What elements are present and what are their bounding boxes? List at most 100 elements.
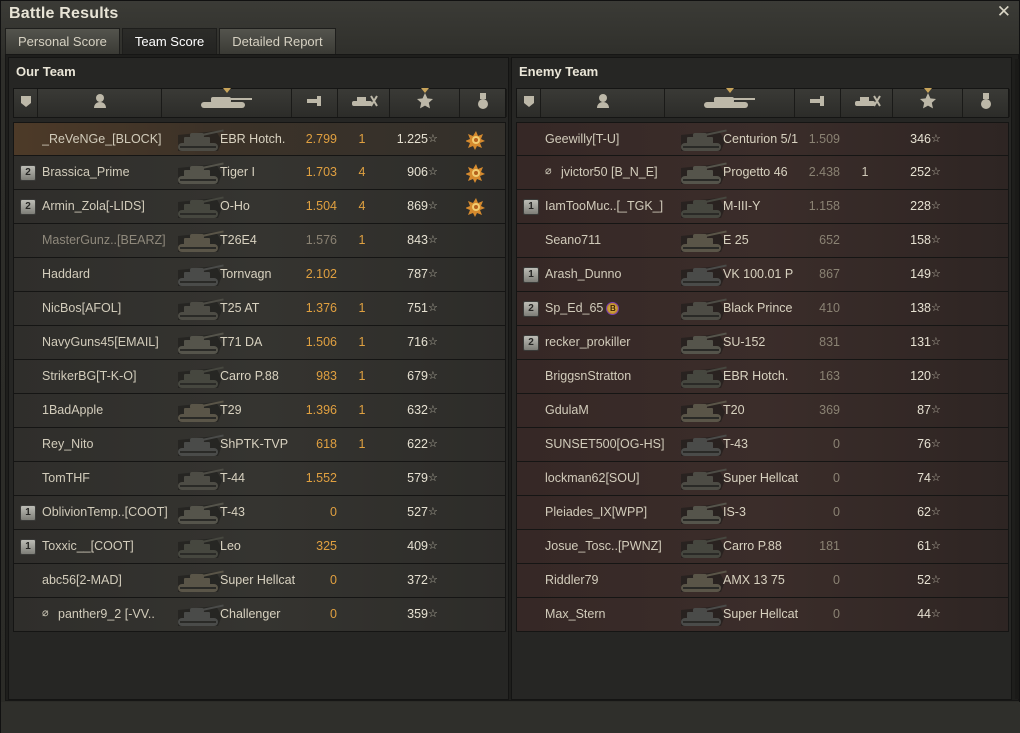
player-row[interactable]: 2 Brassica_Prime Tiger I 1.703 4 906 ☆ — [13, 156, 506, 190]
xp-value: 52 — [917, 573, 931, 587]
player-row[interactable]: 1 OblivionTemp..[COOT] T-43 0 527 ☆ — [13, 496, 506, 530]
damage-value: 1.552 — [305, 471, 337, 485]
player-name: Max_Stern — [545, 607, 606, 621]
player-row[interactable]: TomTHF T-44 1.552 579 ☆ — [13, 462, 506, 496]
tank-icon — [675, 498, 729, 528]
battle-results-window: Battle Results ✕ Personal Score Team Sco… — [0, 0, 1020, 733]
tank-name: Carro P.88 — [220, 369, 279, 383]
our-team-column-kills-header[interactable] — [338, 89, 390, 117]
tank-name: AMX 13 75 — [723, 573, 785, 587]
enemy-team-rows: Geewilly[T-U] Centurion 5/1 1.509 346 ☆ ⌀ jvic… — [516, 122, 1009, 632]
player-row[interactable]: Seano711 E 25 652 158 ☆ — [516, 224, 1009, 258]
player-row[interactable]: 1 IamTooMuc..[_TGK_] M-III-Y 1.158 228 ☆ — [516, 190, 1009, 224]
enemy-team-column-medal-header[interactable] — [963, 89, 1010, 117]
xp-value: 252 — [910, 165, 931, 179]
player-row[interactable]: StrikerBG[T-K-O] Carro P.88 983 1 679 ☆ — [13, 360, 506, 394]
player-row[interactable]: 1 Arash_Dunno VK 100.01 P 867 149 ☆ — [516, 258, 1009, 292]
damage-value: 2.102 — [305, 267, 337, 281]
tank-icon — [172, 464, 226, 494]
medal-icon[interactable] — [465, 163, 486, 183]
enemy-team-column-player-header[interactable] — [541, 89, 665, 117]
kills-icon — [349, 94, 379, 113]
tank-name: T-43 — [723, 437, 749, 451]
tank-icon — [675, 430, 729, 460]
scrollbar[interactable] — [1015, 59, 1019, 699]
damage-value: 369 — [819, 403, 840, 417]
player-row[interactable]: BriggsnStratton EBR Hotch. 163 120 ☆ — [516, 360, 1009, 394]
star-icon: ☆ — [428, 574, 438, 586]
tank-icon — [197, 93, 257, 114]
player-row[interactable]: SUNSET500[OG-HS] T-43 0 76 ☆ — [516, 428, 1009, 462]
tab-team-score[interactable]: Team Score — [121, 28, 218, 55]
tank-icon — [172, 328, 226, 358]
player-row[interactable]: MasterGunz..[BEARZ] T26E4 1.576 1 843 ☆ — [13, 224, 506, 258]
tank-name: T71 DA — [220, 335, 263, 349]
kills-value — [349, 598, 375, 631]
star-icon: ☆ — [428, 608, 438, 620]
our-team-column-tank-header[interactable] — [162, 88, 292, 117]
player-row[interactable]: lockman62[SOU] Super Hellcat 0 74 ☆ — [516, 462, 1009, 496]
tank-name: T29 — [220, 403, 242, 417]
xp-value: 787 — [407, 267, 428, 281]
damage-icon — [305, 94, 325, 113]
medal-icon[interactable] — [465, 197, 486, 217]
player-row[interactable]: Riddler79 AMX 13 75 0 52 ☆ — [516, 564, 1009, 598]
player-row[interactable]: Haddard Tornvagn 2.102 787 ☆ — [13, 258, 506, 292]
kills-value — [349, 496, 375, 529]
medal-icon[interactable] — [465, 130, 486, 150]
player-row[interactable]: NicBos[AFOL] T25 AT 1.376 1 751 ☆ — [13, 292, 506, 326]
our-team-column-squad-header[interactable] — [14, 89, 38, 117]
enemy-team-column-kills-header[interactable] — [841, 89, 893, 117]
star-icon: ☆ — [428, 302, 438, 314]
player-row[interactable]: _ReVeNGe_[BLOCK] EBR Hotch. 2.799 1 1.225 ☆ — [13, 122, 506, 156]
player-row[interactable]: 2 Sp_Ed_65 B Black Prince 410 138 ☆ — [516, 292, 1009, 326]
kills-value — [852, 564, 878, 597]
squad-badge-icon: 2 — [20, 199, 36, 215]
enemy-team-column-damage-header[interactable] — [795, 89, 841, 117]
our-team-column-medal-header[interactable] — [460, 89, 507, 117]
player-row[interactable]: Pleiades_IX[WPP] IS-3 0 62 ☆ — [516, 496, 1009, 530]
enemy-team-column-tank-header[interactable] — [665, 88, 795, 117]
our-team-rows: _ReVeNGe_[BLOCK] EBR Hotch. 2.799 1 1.225 ☆ 2 B… — [13, 122, 506, 632]
player-row[interactable]: Josue_Tosc..[PWNZ] Carro P.88 181 61 ☆ — [516, 530, 1009, 564]
tank-icon — [172, 600, 226, 630]
player-name: Armin_Zola[-LIDS] — [42, 199, 145, 213]
tank-icon — [675, 125, 729, 155]
tab-detailed-report[interactable]: Detailed Report — [219, 28, 336, 54]
our-team-column-xp-star-header[interactable] — [390, 88, 460, 117]
player-row[interactable]: 1BadApple T29 1.396 1 632 ☆ — [13, 394, 506, 428]
player-row[interactable]: Max_Stern Super Hellcat 0 44 ☆ — [516, 598, 1009, 632]
damage-value: 0 — [330, 573, 337, 587]
our-team-column-player-header[interactable] — [38, 89, 162, 117]
tank-name: T20 — [723, 403, 745, 417]
xp-star-icon — [919, 92, 937, 115]
kills-value — [852, 190, 878, 223]
tab-personal-score[interactable]: Personal Score — [5, 28, 120, 54]
player-row[interactable]: Geewilly[T-U] Centurion 5/1 1.509 346 ☆ — [516, 122, 1009, 156]
enemy-team-title: Enemy Team — [519, 64, 599, 79]
player-name: jvictor50 [B_N_E] — [561, 165, 658, 179]
damage-value: 1.703 — [305, 165, 337, 179]
squad-icon — [19, 94, 33, 113]
player-row[interactable]: 2 recker_prokiller SU-152 831 131 ☆ — [516, 326, 1009, 360]
player-row[interactable]: ⌀ panther9_2 [-VV.. Challenger 0 359 ☆ — [13, 598, 506, 632]
enemy-team-column-squad-header[interactable] — [517, 89, 541, 117]
player-row[interactable]: ⌀ jvictor50 [B_N_E] Progetto 46 2.438 1 252 ☆ — [516, 156, 1009, 190]
player-row[interactable]: abc56[2-MAD] Super Hellcat 0 372 ☆ — [13, 564, 506, 598]
player-row[interactable]: GdulaM T20 369 87 ☆ — [516, 394, 1009, 428]
our-team-column-damage-header[interactable] — [292, 89, 338, 117]
tank-name: T-44 — [220, 471, 246, 485]
player-name: Pleiades_IX[WPP] — [545, 505, 648, 519]
xp-value: 346 — [910, 132, 931, 146]
close-icon[interactable]: ✕ — [997, 3, 1011, 21]
player-row[interactable]: 2 Armin_Zola[-LIDS] O-Ho 1.504 4 869 ☆ — [13, 190, 506, 224]
damage-value: 831 — [819, 335, 840, 349]
enemy-team-header — [516, 88, 1010, 118]
star-icon: ☆ — [428, 268, 438, 280]
player-row[interactable]: Rey_Nito ShPTK-TVP 618 1 622 ☆ — [13, 428, 506, 462]
player-row[interactable]: NavyGuns45[EMAIL] T71 DA 1.506 1 716 ☆ — [13, 326, 506, 360]
player-row[interactable]: 1 Toxxic__[COOT] Leo 325 409 ☆ — [13, 530, 506, 564]
enemy-team-column-xp-star-header[interactable] — [893, 88, 963, 117]
kills-value: 1 — [358, 369, 366, 383]
tank-icon — [172, 566, 226, 596]
